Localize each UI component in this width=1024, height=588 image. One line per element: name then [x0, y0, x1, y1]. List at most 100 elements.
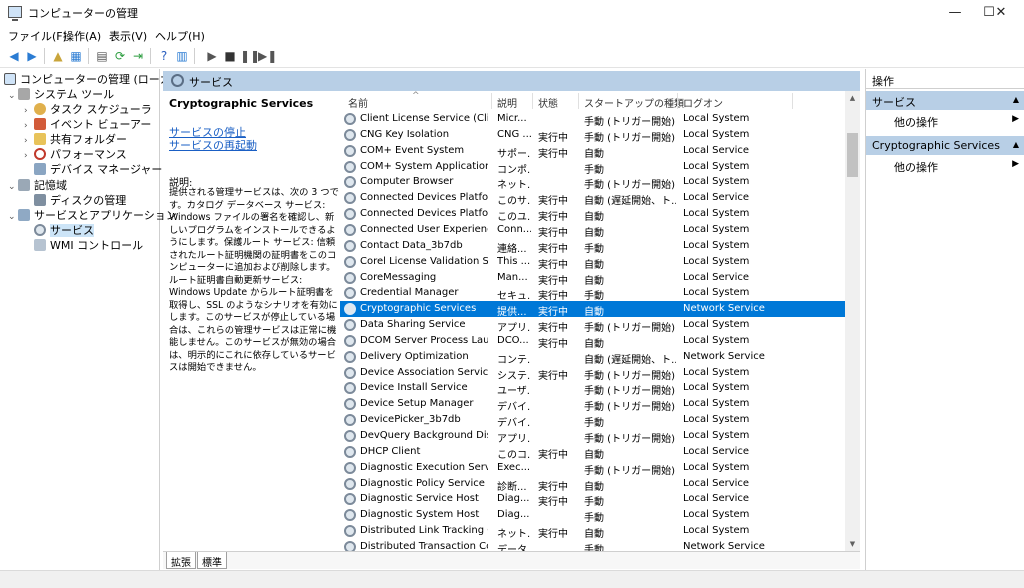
table-row[interactable]: Credential Manager セキュ... 実行中 手動 Local Syste… [340, 285, 845, 302]
table-row[interactable]: CoreMessaging Man... 実行中 自動 Local Service [340, 270, 845, 287]
collapse-icon[interactable]: ⌄ [8, 91, 18, 101]
restart-service-icon[interactable]: ▶❚ [258, 48, 277, 64]
table-row[interactable]: Distributed Transaction Coo... データ... 手動 Ne… [340, 539, 845, 551]
table-row[interactable]: Device Setup Manager デバイ... 手動 (トリガー開始) Loc… [340, 396, 845, 413]
tree-root[interactable]: コンピューターの管理 (ローカル) [4, 71, 186, 86]
expand-icon[interactable]: › [24, 136, 34, 146]
show-tree-icon[interactable]: ▦ [68, 48, 84, 64]
column-logon[interactable]: ログオン [683, 95, 723, 110]
refresh-icon[interactable]: ⟳ [112, 48, 128, 64]
tree-services-apps[interactable]: ⌄ サービスとアプリケーション [8, 207, 177, 222]
forward-icon[interactable]: ▶ [24, 48, 40, 64]
more-actions-item[interactable]: 他の操作 ▶ [866, 111, 1024, 131]
table-row[interactable]: Device Install Service ユーザ... 手動 (トリガー開始) L… [340, 380, 845, 397]
column-separator[interactable] [491, 93, 492, 109]
actions-section-selected[interactable]: Cryptographic Services ▲ [866, 136, 1024, 155]
tree-device-manager[interactable]: デバイス マネージャー [34, 161, 162, 176]
stop-service-icon[interactable]: ■ [222, 48, 238, 64]
table-row[interactable]: DCOM Server Process Laun... DCO... 実行中 自動 Lo… [340, 333, 845, 350]
column-startup-type[interactable]: スタートアップの種類 [584, 95, 684, 110]
table-row[interactable]: COM+ System Application コンポ... 手動 Local Sys… [340, 159, 845, 176]
scroll-up-icon[interactable]: ▲ [845, 91, 860, 105]
table-row[interactable]: DHCP Client このコ... 実行中 自動 Local Service [340, 444, 845, 461]
tree-system-tools[interactable]: ⌄ システム ツール [8, 86, 114, 101]
table-row[interactable]: Diagnostic Service Host Diag... 実行中 手動 Local… [340, 491, 845, 508]
table-row[interactable]: Computer Browser ネット... 手動 (トリガー開始) Local S… [340, 174, 845, 191]
column-separator[interactable] [677, 93, 678, 109]
back-icon[interactable]: ◀ [6, 48, 22, 64]
up-folder-icon[interactable]: ▲ [50, 48, 66, 64]
properties-icon[interactable]: ▤ [94, 48, 110, 64]
start-service-icon[interactable]: ▶ [204, 48, 220, 64]
table-cell: Device Install Service [360, 382, 468, 394]
show-action-pane-icon[interactable]: ▥ [174, 48, 190, 64]
table-row[interactable]: Delivery Optimization コンテ... 自動 (遅延開始、ト...… [340, 349, 845, 366]
collapse-icon[interactable]: ▲ [1013, 140, 1019, 149]
menu-view[interactable]: 表示(V) [109, 28, 147, 44]
expand-icon[interactable]: › [24, 106, 34, 116]
table-row[interactable]: DevQuery Background Disc... アプリ... 手動 (トリガ… [340, 428, 845, 445]
table-row[interactable]: Connected Devices Platfor... このサ... 実行中 自動 … [340, 190, 845, 207]
column-status[interactable]: 状態 [538, 95, 558, 110]
tree-performance[interactable]: › パフォーマンス [24, 146, 127, 161]
table-row[interactable]: Diagnostic Policy Service 診断... 実行中 自動 Local… [340, 476, 845, 493]
table-cell: 手動 (トリガー開始) [584, 370, 675, 382]
restart-service-link[interactable]: サービスの再起動 [169, 137, 257, 153]
export-list-icon[interactable]: ⇥ [130, 48, 146, 64]
column-description[interactable]: 説明 [497, 95, 517, 110]
table-row[interactable]: Diagnostic Execution Service Exec... 手動 (ト… [340, 460, 845, 477]
scroll-thumb[interactable] [847, 133, 858, 177]
tree-wmi[interactable]: WMI コントロール [34, 237, 143, 252]
actions-title: 操作 [866, 69, 1024, 89]
expand-icon[interactable]: › [24, 121, 34, 131]
expand-icon[interactable]: › [24, 151, 34, 161]
table-row[interactable]: Device Association Service システ... 実行中 手動 (ト… [340, 365, 845, 382]
scroll-down-icon[interactable]: ▼ [845, 537, 860, 551]
column-separator[interactable] [532, 93, 533, 109]
table-cell: 手動 (トリガー開始) [584, 132, 675, 144]
column-separator[interactable] [578, 93, 579, 109]
table-row[interactable]: DevicePicker_3b7db デバイ... 手動 Local System [340, 412, 845, 429]
tools-icon [18, 88, 30, 100]
vertical-scrollbar[interactable]: ▲ ▼ [845, 91, 860, 551]
tree-task-scheduler[interactable]: › タスク スケジューラ [24, 101, 152, 116]
actions-section-services[interactable]: サービス ▲ [866, 91, 1024, 110]
tree-shared-folders[interactable]: › 共有フォルダー [24, 131, 127, 146]
table-cell: 手動 [584, 164, 604, 176]
collapse-icon[interactable]: ⌄ [8, 182, 18, 192]
more-actions-item[interactable]: 他の操作 ▶ [866, 156, 1024, 176]
table-row[interactable]: CNG Key Isolation CNG ... 実行中 手動 (トリガー開始) Lo… [340, 127, 845, 144]
table-row[interactable]: Data Sharing Service アプリ... 実行中 手動 (トリガー開始)… [340, 317, 845, 334]
collapse-icon[interactable]: ⌄ [8, 212, 18, 222]
more-actions-label: 他の操作 [894, 161, 938, 174]
close-button[interactable]: ✕ [978, 0, 1024, 26]
column-separator[interactable] [792, 93, 793, 109]
table-row[interactable]: Connected Devices Platfor... このユ... 実行中 自動 L… [340, 206, 845, 223]
tab-extended[interactable]: 拡張 [166, 552, 196, 569]
table-cell: Distributed Transaction Coo... [360, 540, 488, 551]
menu-help[interactable]: ヘルプ(H) [155, 28, 205, 44]
table-row[interactable]: Cryptographic Services 提供... 実行中 自動 Network … [340, 301, 845, 318]
table-cell: Local System [683, 334, 750, 346]
tree-storage[interactable]: ⌄ 記憶域 [8, 177, 67, 192]
wmi-icon [34, 239, 46, 251]
table-row[interactable]: Client License Service (ClipS Micr... 手動 (… [340, 111, 845, 128]
table-row[interactable]: Connected User Experience... Conn... 実行中 自動… [340, 222, 845, 239]
table-row[interactable]: COM+ Event System サポー... 実行中 自動 Local Servic… [340, 143, 845, 160]
tree-services[interactable]: サービス [34, 222, 94, 237]
help-icon[interactable]: ? [156, 48, 172, 64]
column-name[interactable]: 名前 [348, 95, 368, 110]
table-row[interactable]: Distributed Link Tracking Cli ネット... 実行中 自動… [340, 523, 845, 540]
collapse-icon[interactable]: ▲ [1013, 95, 1019, 104]
pause-service-icon[interactable]: ❚❚ [240, 48, 260, 64]
menu-file[interactable]: ファイル(F) [8, 28, 67, 44]
table-row[interactable]: Corel License Validation Ser... This ... 実… [340, 254, 845, 271]
table-cell: 自動 [584, 275, 604, 287]
table-cell: DCOM Server Process Laun... [360, 334, 488, 346]
table-row[interactable]: Contact Data_3b7db 連絡... 実行中 手動 Local System [340, 238, 845, 255]
table-row[interactable]: Diagnostic System Host Diag... 手動 Local Sys… [340, 507, 845, 524]
tree-disk-management[interactable]: ディスクの管理 [34, 192, 126, 207]
tab-standard[interactable]: 標準 [197, 552, 227, 569]
menu-action[interactable]: 操作(A) [63, 28, 101, 44]
tree-event-viewer[interactable]: › イベント ビューアー [24, 116, 151, 131]
